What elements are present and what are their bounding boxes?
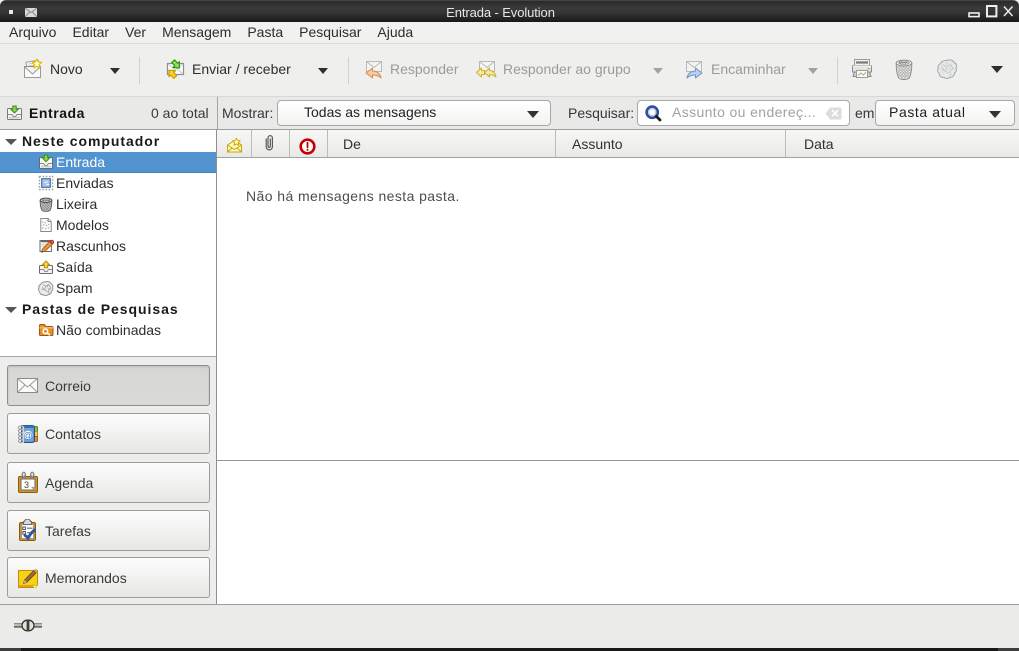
svg-text:3: 3: [24, 480, 29, 490]
svg-text:@: @: [23, 430, 33, 441]
